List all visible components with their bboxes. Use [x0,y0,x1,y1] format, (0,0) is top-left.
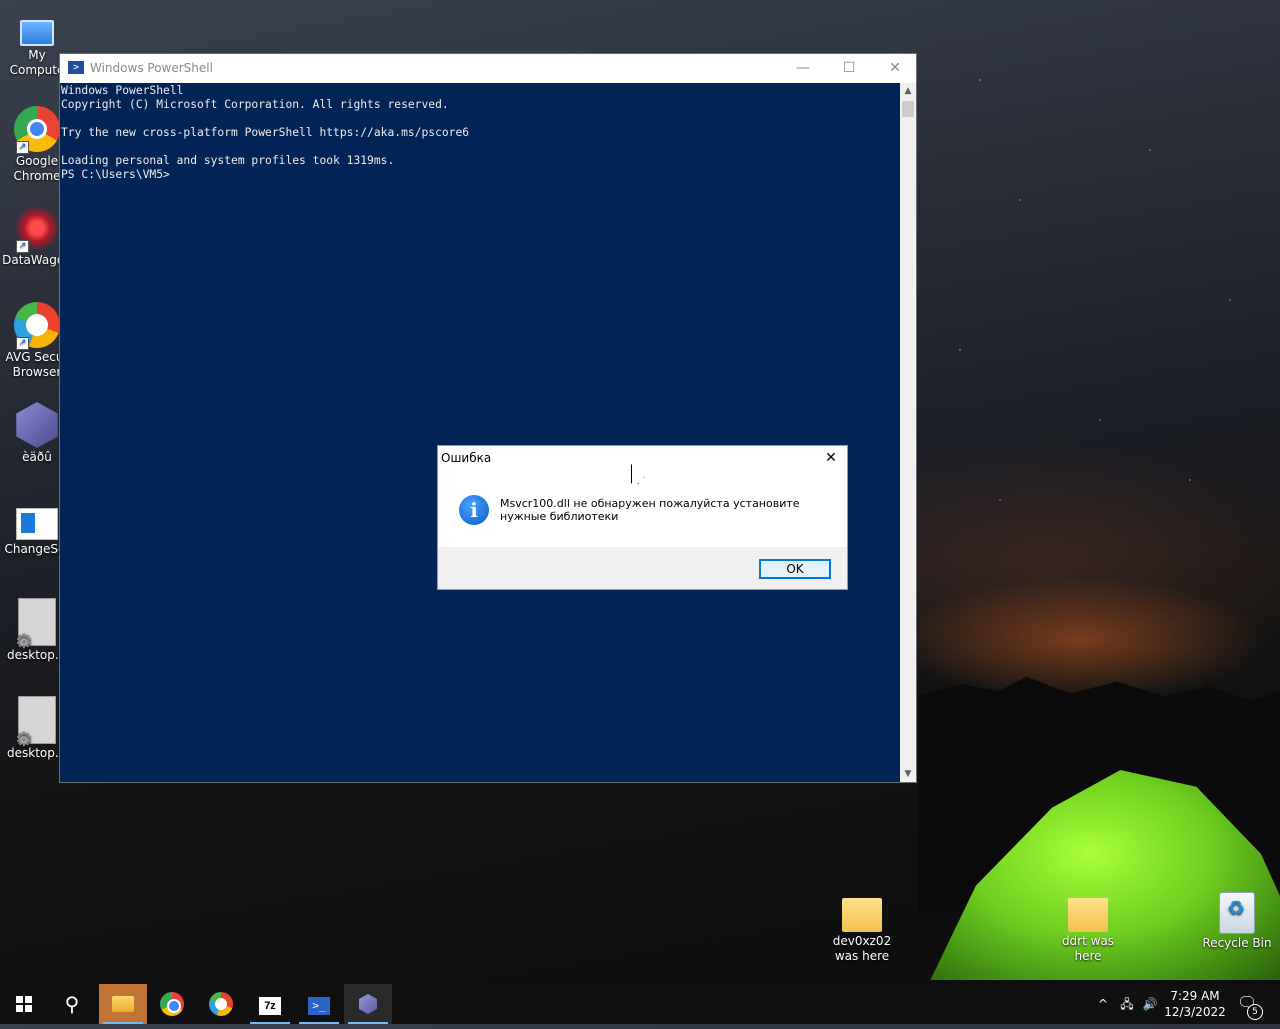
scrollbar-thumb[interactable] [902,101,914,117]
dialog-message: Msvcr100.dll не обнаружен пожалуйста уст… [500,497,800,523]
desktop-icon-recycle-bin[interactable]: Recycle Bin [1200,888,1274,951]
window-title: Windows PowerShell [90,61,213,75]
desktop-icon-folder-dev0xz02[interactable]: dev0xz02 was here [825,888,899,964]
notification-count-badge: 5 [1247,1004,1263,1020]
volume-icon[interactable]: 🔊 [1140,984,1160,1024]
desktop-icon-folder-ddrt[interactable]: ddrt was here [1050,888,1126,964]
desktop-icon-label: ddrt was here [1061,934,1115,963]
avg-browser-icon: ↗ [14,302,60,350]
folder-icon [1068,898,1108,932]
7zip-icon: 7z [259,997,281,1015]
desktop-icon-label: Recycle Bin [1202,936,1272,950]
taskbar: ⚲ 7z >_ ^ 🖧 🔊 7:29 AM 12/3/2022 🗨 5 [0,984,1280,1024]
ini-file-icon [15,696,56,747]
ok-button[interactable]: OK [759,559,831,579]
taskbar-cube-app[interactable] [344,984,392,1024]
network-icon[interactable]: 🖧 [1116,984,1138,1024]
ini-file-icon [15,598,56,649]
shortcut-arrow-icon: ↗ [16,337,29,350]
error-dialog[interactable]: Ошибка ✕ i Msvcr100.dll не обнаружен пож… [437,445,848,590]
taskbar-file-explorer[interactable] [99,984,147,1024]
taskbar-chrome[interactable] [148,984,196,1024]
tray-chevron-icon[interactable]: ^ [1094,984,1112,1024]
dialog-footer: OK [438,547,847,589]
folder-icon [842,898,882,932]
info-icon: i [459,495,489,525]
taskbar-7zip[interactable]: 7z [246,984,294,1024]
recycle-bin-icon [1219,892,1255,934]
datawagon-icon: ↗ [14,205,60,253]
minimize-button[interactable]: — [780,54,826,83]
close-button[interactable]: ✕ [872,54,918,83]
clock-date: 12/3/2022 [1164,1005,1226,1019]
vertical-scrollbar[interactable]: ▲ ▼ [900,83,916,782]
scroll-down-icon[interactable]: ▼ [900,766,916,782]
cube-app-taskbar-icon [359,994,377,1014]
powershell-taskbar-icon: >_ [308,997,330,1015]
start-button[interactable] [0,984,48,1024]
taskbar-powershell[interactable]: >_ [295,984,343,1024]
search-button[interactable]: ⚲ [48,984,96,1024]
changescreen-icon [16,508,58,540]
clock-time: 7:29 AM [1170,989,1220,1003]
powershell-titlebar[interactable]: > Windows PowerShell — ☐ ✕ [60,54,916,83]
scroll-up-icon[interactable]: ▲ [900,83,916,99]
shortcut-arrow-icon: ↗ [16,141,29,154]
dialog-close-button[interactable]: ✕ [821,448,841,468]
desktop-icon-label: dev0xz02 was here [832,934,892,963]
cube-app-icon [16,402,58,448]
chrome-icon: ↗ [14,106,60,154]
taskbar-avg-browser[interactable] [197,984,245,1024]
maximize-button[interactable]: ☐ [826,54,872,83]
powershell-window[interactable]: > Windows PowerShell — ☐ ✕ Windows Power… [59,53,917,783]
powershell-icon: > [68,61,84,74]
shortcut-arrow-icon: ↗ [16,240,29,253]
system-clock[interactable]: 7:29 AM 12/3/2022 [1162,988,1228,1020]
computer-icon [20,20,54,46]
desktop-icon-label: Google Chrome [13,154,61,183]
dialog-title: Ошибка [441,451,492,465]
console-output[interactable]: Windows PowerShell Copyright (C) Microso… [60,83,900,782]
